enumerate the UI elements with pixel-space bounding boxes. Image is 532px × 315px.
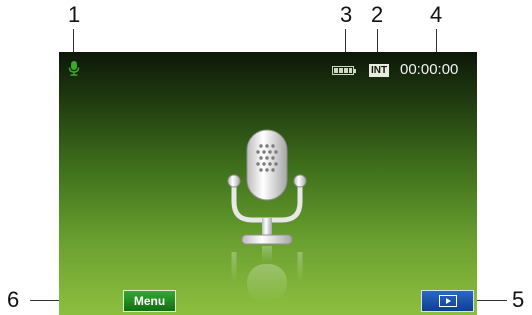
microphone-icon [222,122,312,307]
internal-memory-badge: INT [369,64,390,77]
device-screen: INT 00:00:00 Menu [59,52,477,315]
callout-6: 6 [7,287,20,312]
callout-1: 1 [68,2,81,27]
leader-line-2 [377,29,378,53]
menu-button[interactable]: Menu [123,290,176,312]
leader-line-1 [73,29,74,53]
leader-line-3 [345,29,346,53]
leader-line-4 [436,29,437,53]
leader-line-5 [474,300,507,301]
callout-5: 5 [512,287,525,312]
playback-button[interactable] [421,290,474,312]
battery-level-bar [339,68,343,73]
battery-level-bar [344,68,348,73]
callout-2: 2 [371,2,384,27]
callout-3: 3 [340,2,353,27]
battery-icon [332,66,356,75]
callout-4: 4 [430,2,443,27]
battery-level-bar [349,68,352,73]
battery-level-bar [334,68,338,73]
recording-timer: 00:00:00 [400,61,459,78]
microphone-icon [68,61,80,81]
